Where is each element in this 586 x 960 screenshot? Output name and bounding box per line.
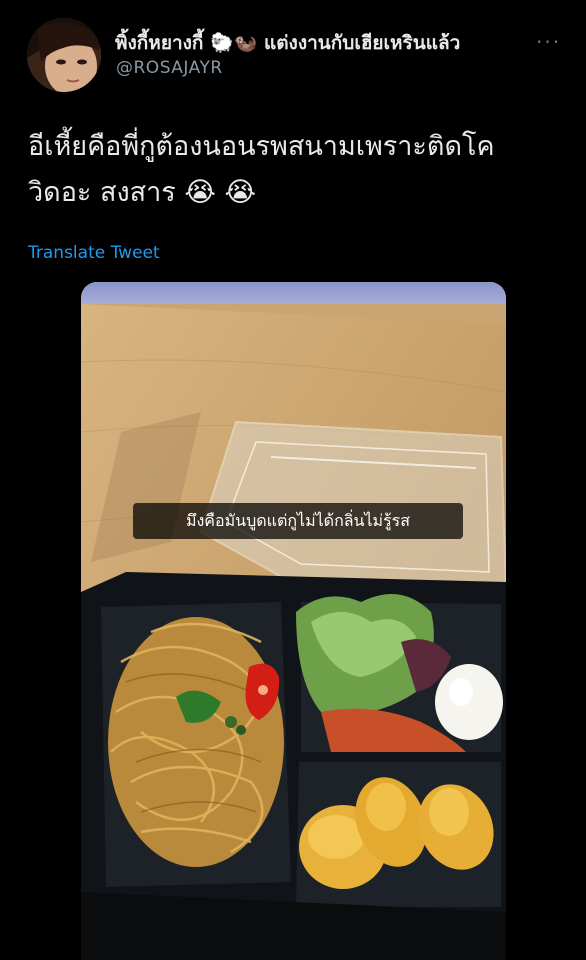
tweet-text: อีเหี้ยคือพี่กูต้องนอนรพสนามเพราะติดโค ว… [28,124,568,216]
wall [81,282,506,304]
tweet-photo[interactable] [81,282,506,960]
translate-tweet-link[interactable]: Translate Tweet [28,243,160,263]
user-handle[interactable]: @ROSAJAYR [116,58,223,78]
more-dots-icon[interactable]: ··· [536,30,561,54]
photo-caption: มึงคือมันบูดแต่กูไม่ได้กลิ่นไม่รู้รส [133,503,463,539]
tweet-text-line-1: อีเหี้ยคือพี่กูต้องนอนรพสนามเพราะติดโค [28,131,495,162]
display-name[interactable]: พิ้งกี้หยางกี้ 🐑🦦 แต่งงานกับเฮียเหรินแล้… [115,28,460,58]
spaghetti [108,617,284,867]
avatar-image [27,18,101,92]
food-photo [81,282,506,960]
avatar[interactable] [27,18,101,92]
tweet-text-line-2: วิดอะ สงสาร 😭 😭 [28,177,257,208]
